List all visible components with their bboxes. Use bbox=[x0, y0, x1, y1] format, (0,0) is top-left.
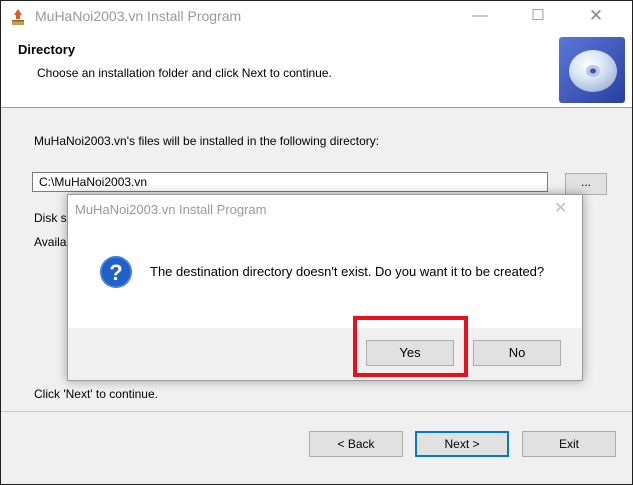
title-bar: MuHaNoi2003.vn Install Program — ☐ ✕ bbox=[1, 1, 632, 31]
back-button[interactable]: < Back bbox=[309, 431, 403, 457]
dialog-title: MuHaNoi2003.vn Install Program bbox=[75, 202, 267, 217]
dialog-message: The destination directory doesn't exist.… bbox=[150, 264, 545, 279]
browse-button[interactable]: ... bbox=[565, 173, 607, 195]
continue-instruction: Click 'Next' to continue. bbox=[34, 387, 158, 401]
close-button[interactable]: ✕ bbox=[573, 1, 619, 31]
installer-app-icon bbox=[12, 9, 24, 25]
yes-highlight-box bbox=[353, 316, 468, 377]
maximize-button[interactable]: ☐ bbox=[515, 1, 561, 31]
available-space-label: Availa bbox=[34, 235, 67, 249]
directory-input[interactable] bbox=[32, 172, 548, 192]
cd-disc-icon bbox=[559, 37, 625, 103]
confirm-dialog: MuHaNoi2003.vn Install Program ✕ ? The d… bbox=[67, 194, 583, 381]
install-directory-intro: MuHaNoi2003.vn's files will be installed… bbox=[34, 134, 380, 148]
svg-text:?: ? bbox=[109, 260, 122, 285]
dialog-close-button[interactable]: ✕ bbox=[554, 198, 567, 218]
next-button[interactable]: Next > bbox=[415, 431, 509, 457]
page-title: Directory bbox=[18, 42, 76, 57]
exit-button[interactable]: Exit bbox=[522, 431, 616, 457]
window-title: MuHaNoi2003.vn Install Program bbox=[35, 8, 242, 24]
no-button[interactable]: No bbox=[473, 340, 561, 366]
disk-space-label: Disk s bbox=[34, 211, 67, 225]
question-icon: ? bbox=[100, 256, 132, 288]
page-subtitle: Choose an installation folder and click … bbox=[37, 66, 332, 80]
installer-window: MuHaNoi2003.vn Install Program — ☐ ✕ Dir… bbox=[0, 0, 633, 485]
minimize-button[interactable]: — bbox=[457, 1, 503, 31]
page-header: Directory Choose an installation folder … bbox=[1, 31, 632, 108]
footer-divider bbox=[1, 411, 632, 412]
